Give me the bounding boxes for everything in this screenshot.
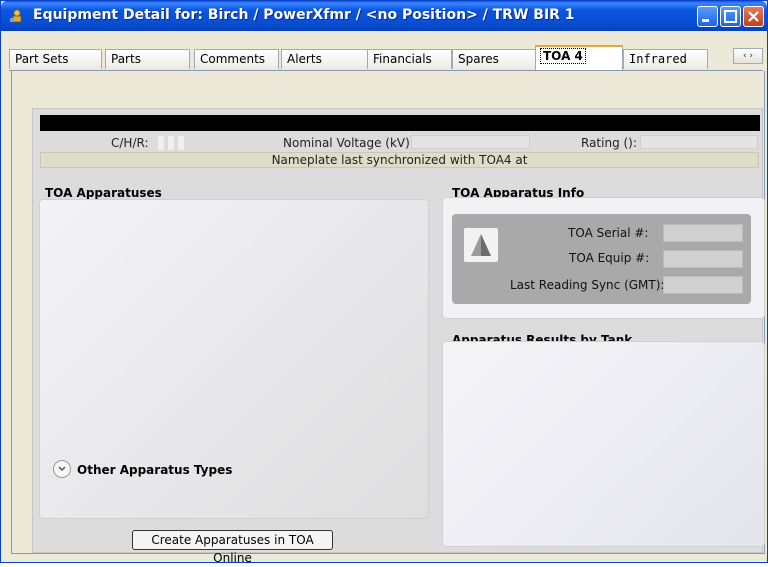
toa-serial-field <box>663 224 743 242</box>
close-button[interactable] <box>743 6 764 27</box>
equipment-icon <box>10 9 22 23</box>
nominal-voltage-field <box>411 135 530 149</box>
tab-strip: Part Sets Parts Comments Alerts Financia… <box>9 45 763 71</box>
tab-toa-4[interactable]: TOA 4 <box>535 45 623 70</box>
chr-field-c <box>158 136 164 150</box>
tab-label: Spares <box>458 52 499 66</box>
tab-scroll-arrows[interactable]: ‹ › <box>733 48 763 64</box>
title-bar[interactable]: Equipment Detail for: Birch / PowerXfmr … <box>1 1 767 31</box>
tab-financials[interactable]: Financials <box>367 49 452 69</box>
tab-label: TOA 4 <box>540 48 586 64</box>
last-reading-sync-label: Last Reading Sync (GMT): <box>510 278 665 292</box>
tab-label: Financials <box>373 52 432 66</box>
apparatus-triangle-icon <box>471 234 491 256</box>
tab-part-sets[interactable]: Part Sets <box>9 49 102 69</box>
tab-label: Comments <box>200 52 266 66</box>
nameplate-sync-status: Nameplate last synchronized with TOA4 at <box>40 152 759 168</box>
chevron-down-icon <box>58 466 66 472</box>
tab-alerts[interactable]: Alerts <box>281 49 370 69</box>
create-apparatuses-button[interactable]: Create Apparatuses in TOA Online <box>132 530 333 565</box>
rating-field <box>640 135 758 149</box>
apparatus-tile <box>464 228 498 262</box>
nominal-voltage-label: Nominal Voltage (kV): <box>283 136 414 150</box>
tab-label: Infrared <box>629 52 687 66</box>
close-icon <box>748 11 759 22</box>
maximize-icon <box>724 10 737 23</box>
last-reading-sync-field <box>663 276 743 294</box>
apparatus-results-panel <box>442 341 765 547</box>
maximize-button[interactable] <box>720 6 741 27</box>
rating-label: Rating (): <box>581 136 637 150</box>
minimize-icon <box>702 19 709 22</box>
tab-label: Parts <box>111 52 141 66</box>
equipment-detail-window: Equipment Detail for: Birch / PowerXfmr … <box>0 0 768 565</box>
chr-label: C/H/R: <box>111 136 149 150</box>
toa-equip-field <box>663 250 743 268</box>
window-title: Equipment Detail for: Birch / PowerXfmr … <box>33 7 575 23</box>
other-apparatus-types-label[interactable]: Other Apparatus Types <box>77 463 232 477</box>
tab-label: Part Sets <box>15 52 69 66</box>
minimize-button[interactable] <box>697 6 718 27</box>
tab-infrared[interactable]: Infrared <box>623 49 708 69</box>
tab-parts[interactable]: Parts <box>105 49 190 69</box>
chr-field-h <box>168 136 174 150</box>
toa-apparatuses-heading: TOA Apparatuses <box>45 186 162 200</box>
equipment-name-bar <box>40 115 760 131</box>
tab-spares[interactable]: Spares <box>452 49 537 69</box>
tab-comments[interactable]: Comments <box>194 49 279 69</box>
chr-field-r <box>178 136 184 150</box>
tab-label: Alerts <box>287 52 322 66</box>
expand-other-types-button[interactable] <box>53 460 71 478</box>
toa-serial-label: TOA Serial #: <box>568 226 649 240</box>
toa-equip-label: TOA Equip #: <box>569 251 650 265</box>
